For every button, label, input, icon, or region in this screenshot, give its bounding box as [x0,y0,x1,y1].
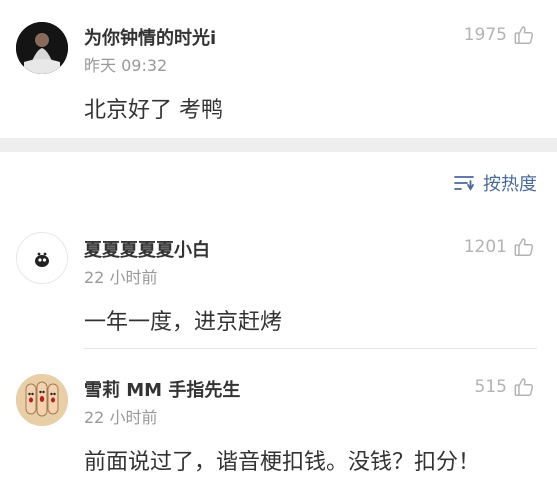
avatar-image [16,22,68,74]
avatar[interactable] [16,22,68,74]
like-button[interactable]: 1201 [464,236,535,258]
comment-top: 为你钟情的时光i 昨天 09:32 1975 北京好了 考鸭 [0,0,557,138]
timestamp: 22 小时前 [84,408,158,427]
comment-item: 夏夏夏夏夏小白 22 小时前 1201 一年一度，进京赶烤 [0,218,557,348]
comment-text: 一年一度，进京赶烤 [84,310,283,335]
like-button[interactable]: 515 [475,376,535,398]
comment-item: 雪莉 MM 手指先生 22 小时前 515 前面说过了，谐音梗扣钱。没钱？扣分！ [0,360,557,484]
like-count: 1201 [463,237,507,257]
username[interactable]: 夏夏夏夏夏小白 [84,236,210,262]
like-count: 515 [474,377,507,397]
thumbs-up-icon [514,26,534,44]
sort-by-heat-button[interactable]: 按热度 [453,170,537,196]
section-separator [0,138,557,152]
sort-label: 按热度 [483,174,537,195]
sort-lines-icon [454,176,474,191]
avatar[interactable] [16,232,68,284]
avatar-image [16,374,68,426]
thumbs-up-icon [514,378,534,396]
like-count: 1975 [463,25,507,45]
username[interactable]: 为你钟情的时光i [84,24,216,50]
avatar[interactable] [16,374,68,426]
thumbs-up-icon [514,238,534,256]
timestamp: 昨天 09:32 [84,56,168,75]
timestamp: 22 小时前 [84,268,158,287]
like-button[interactable]: 1975 [464,24,535,46]
comment-text: 北京好了 考鸭 [84,98,223,123]
comment-divider [84,348,537,349]
username[interactable]: 雪莉 MM 手指先生 [84,376,240,402]
comment-text: 前面说过了，谐音梗扣钱。没钱？扣分！ [84,450,481,475]
avatar-image [17,233,67,283]
